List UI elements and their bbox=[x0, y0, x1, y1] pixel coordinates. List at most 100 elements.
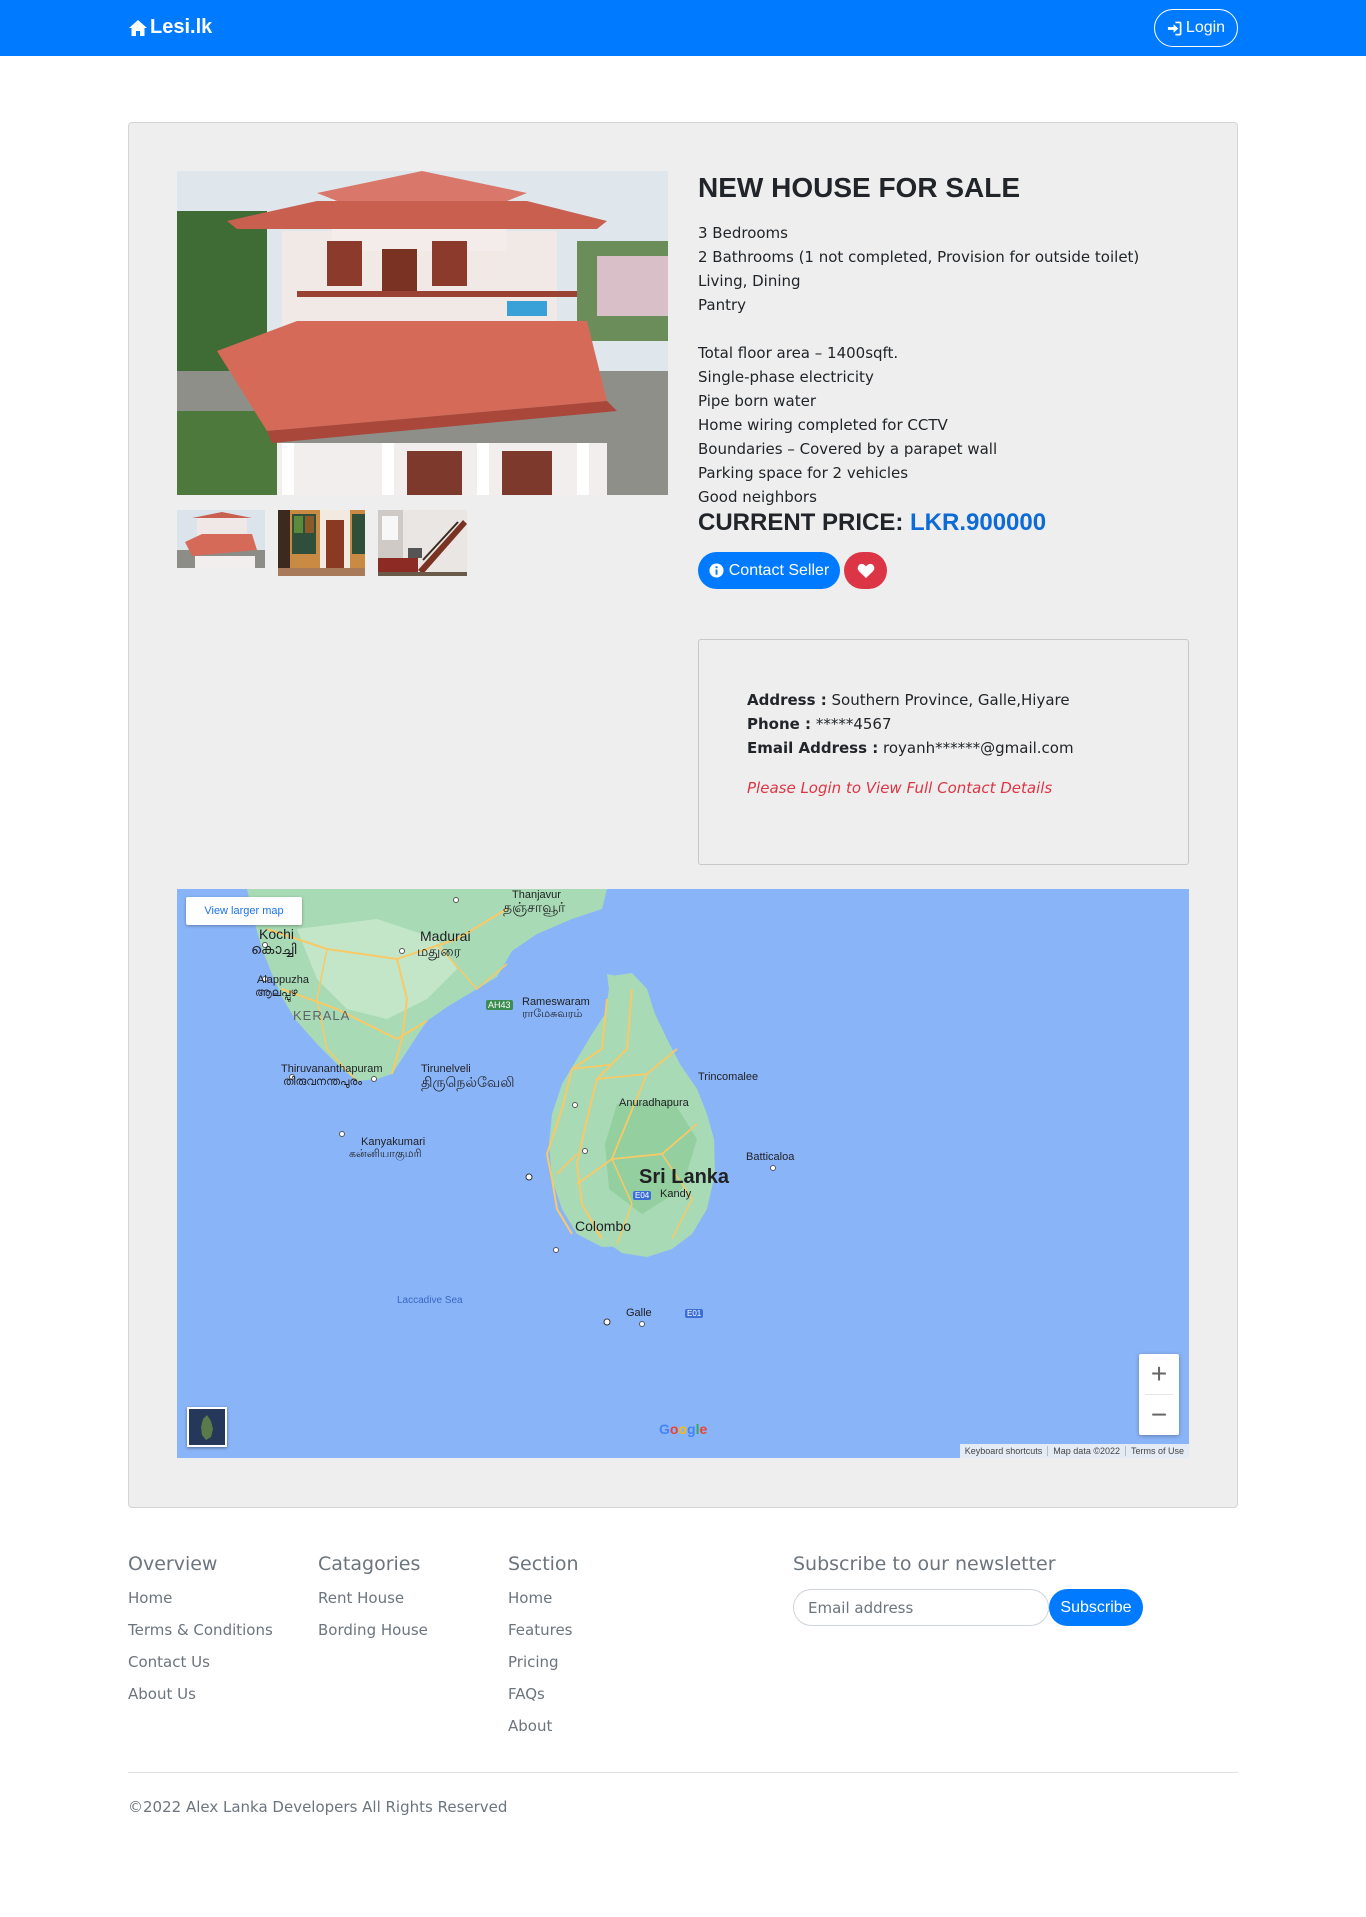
keyboard-shortcuts-link[interactable]: Keyboard shortcuts bbox=[960, 1446, 1048, 1456]
map-label-madurai: Madurai bbox=[420, 928, 471, 944]
copyright-text: ©2022 Alex Lanka Developers All Rights R… bbox=[128, 1798, 508, 1816]
map-data-text: Map data ©2022 bbox=[1047, 1446, 1125, 1456]
login-label: Login bbox=[1185, 19, 1226, 36]
footer-categories-heading: Catagories bbox=[318, 1553, 421, 1575]
thumbnail-2[interactable] bbox=[278, 510, 365, 576]
footer-overview-column: Overview Home Terms & Conditions Contact… bbox=[128, 1553, 273, 1710]
feature-item: 2 Bathrooms (1 not completed, Provision … bbox=[698, 248, 1140, 266]
contact-seller-button[interactable]: Contact Seller bbox=[698, 552, 840, 589]
satellite-layer-toggle[interactable] bbox=[187, 1407, 227, 1447]
footer-newsletter-column: Subscribe to our newsletter bbox=[793, 1553, 1056, 1582]
map-label-laccadive-sea: Laccadive Sea bbox=[397, 1295, 463, 1306]
feature-item: Single-phase electricity bbox=[698, 368, 874, 386]
map-label-rameswaram-native: ராமேசுவரம் bbox=[522, 1008, 583, 1020]
login-to-view-note: Please Login to View Full Contact Detail… bbox=[747, 779, 1053, 797]
address-line: Address : Southern Province, Galle,Hiyar… bbox=[747, 691, 1070, 709]
map-label-batticaloa: Batticaloa bbox=[746, 1151, 795, 1163]
map-label-e01: E01 bbox=[685, 1309, 704, 1318]
map-label-kerala: KERALA bbox=[293, 1008, 351, 1023]
footer-link-bording-house[interactable]: Bording House bbox=[318, 1614, 428, 1646]
footer-link-about[interactable]: About bbox=[508, 1710, 579, 1742]
map-label-anuradhapura: Anuradhapura bbox=[619, 1097, 689, 1109]
map-label-alappuzha-native: ആലപ്പുഴ bbox=[255, 987, 298, 999]
email-label: Email Address : bbox=[747, 739, 879, 757]
phone-value: *****4567 bbox=[815, 715, 892, 733]
map-label-kandy: Kandy bbox=[660, 1188, 692, 1200]
footer-section-column: Section Home Features Pricing FAQs About bbox=[508, 1553, 579, 1742]
feature-item: Home wiring completed for CCTV bbox=[698, 416, 948, 434]
feature-item: Living, Dining bbox=[698, 272, 801, 290]
footer-link-contact-us[interactable]: Contact Us bbox=[128, 1646, 273, 1678]
seller-contact-box: Address : Southern Province, Galle,Hiyar… bbox=[698, 639, 1189, 865]
map-label-thiruvananthapuram-native: തിരുവനന്തപുരം bbox=[283, 1076, 362, 1088]
map-label-sri-lanka: Sri Lanka bbox=[639, 1166, 730, 1188]
map-label-galle: Galle bbox=[626, 1307, 652, 1319]
sign-in-icon bbox=[1167, 21, 1182, 35]
feature-list: 3 Bedrooms 2 Bathrooms (1 not completed, … bbox=[698, 221, 1139, 509]
map-label-colombo: Colombo bbox=[575, 1218, 632, 1234]
map-label-e04: E04 bbox=[633, 1191, 652, 1200]
map-label-ah43: AH43 bbox=[486, 1000, 513, 1010]
login-button[interactable]: Login bbox=[1154, 9, 1238, 47]
map-label-trincomalee: Trincomalee bbox=[698, 1071, 759, 1083]
footer-link-faqs[interactable]: FAQs bbox=[508, 1678, 579, 1710]
feature-item: 3 Bedrooms bbox=[698, 224, 788, 242]
email-value: royanh******@gmail.com bbox=[883, 739, 1074, 757]
footer-categories-column: Catagories Rent House Bording House bbox=[318, 1553, 428, 1646]
price-label: CURRENT PRICE: bbox=[698, 509, 904, 536]
footer-link-terms[interactable]: Terms & Conditions bbox=[128, 1614, 273, 1646]
newsletter-email-input[interactable]: Email address bbox=[793, 1589, 1049, 1626]
map-label-kochi: Kochi bbox=[259, 926, 295, 942]
house-main-photo[interactable] bbox=[177, 171, 668, 495]
heart-icon bbox=[857, 563, 874, 578]
home-icon bbox=[129, 19, 147, 36]
thumbnail-3[interactable] bbox=[378, 510, 467, 576]
map-label-rameswaram: Rameswaram bbox=[522, 996, 590, 1008]
view-larger-map-link[interactable]: View larger map bbox=[186, 897, 302, 925]
terms-of-use-link[interactable]: Terms of Use bbox=[1124, 1446, 1189, 1456]
favorite-button[interactable] bbox=[844, 552, 887, 589]
brand-logo[interactable]: Lesi.lk bbox=[128, 16, 212, 39]
top-navbar: Lesi.lk Login bbox=[0, 0, 1366, 56]
map-label-thanjavur-native: தஞ்சாவூர் bbox=[503, 899, 566, 915]
current-price: CURRENT PRICE: LKR.900000 bbox=[698, 509, 1046, 537]
map-label-kanyakumari-native: கன்னியாகுமரி bbox=[349, 1148, 422, 1160]
footer-link-rent-house[interactable]: Rent House bbox=[318, 1582, 428, 1614]
email-line: Email Address : royanh******@gmail.com bbox=[747, 739, 1074, 757]
info-circle-icon bbox=[709, 563, 724, 578]
feature-item: Pantry bbox=[698, 296, 746, 314]
map-label-tirunelveli-native: திருநெல்வேலி bbox=[421, 1074, 515, 1090]
phone-label: Phone : bbox=[747, 715, 812, 733]
footer-overview-heading: Overview bbox=[128, 1553, 218, 1575]
footer-link-about-us[interactable]: About Us bbox=[128, 1678, 273, 1710]
price-value: LKR.900000 bbox=[910, 509, 1047, 536]
map-attribution: Keyboard shortcuts Map data ©2022 Terms … bbox=[959, 1444, 1189, 1458]
map-zoom-control: + − bbox=[1139, 1354, 1179, 1435]
newsletter-heading: Subscribe to our newsletter bbox=[793, 1553, 1056, 1575]
zoom-out-button[interactable]: − bbox=[1139, 1395, 1179, 1435]
subscribe-button[interactable]: Subscribe bbox=[1049, 1589, 1143, 1626]
address-value: Southern Province, Galle,Hiyare bbox=[831, 691, 1070, 709]
footer-link-home[interactable]: Home bbox=[128, 1582, 273, 1614]
footer-link-section-home[interactable]: Home bbox=[508, 1582, 579, 1614]
address-label: Address : bbox=[747, 691, 827, 709]
feature-item: Boundaries – Covered by a parapet wall bbox=[698, 440, 998, 458]
footer-divider bbox=[128, 1772, 1238, 1773]
map-label-alappuzha: Alappuzha bbox=[257, 974, 309, 986]
feature-spacer bbox=[698, 317, 1139, 341]
feature-item: Total floor area – 1400sqft. bbox=[698, 344, 899, 362]
map-label-madurai-native: மதுரை bbox=[417, 943, 461, 959]
contact-seller-label: Contact Seller bbox=[728, 561, 830, 579]
location-map[interactable]: View larger map Thanjavur தஞ்சாவூர் Koch… bbox=[177, 889, 1189, 1458]
feature-item: Pipe born water bbox=[698, 392, 817, 410]
phone-line: Phone : *****4567 bbox=[747, 715, 892, 733]
footer-link-pricing[interactable]: Pricing bbox=[508, 1646, 579, 1678]
listing-title: NEW HOUSE FOR SALE bbox=[698, 172, 1021, 203]
feature-item: Good neighbors bbox=[698, 488, 817, 506]
thumbnail-1[interactable] bbox=[177, 510, 265, 568]
footer-section-heading: Section bbox=[508, 1553, 579, 1575]
footer-link-features[interactable]: Features bbox=[508, 1614, 579, 1646]
satellite-thumbnail-icon bbox=[189, 1409, 225, 1445]
map-label-kanyakumari: Kanyakumari bbox=[361, 1136, 426, 1148]
zoom-in-button[interactable]: + bbox=[1139, 1354, 1179, 1394]
